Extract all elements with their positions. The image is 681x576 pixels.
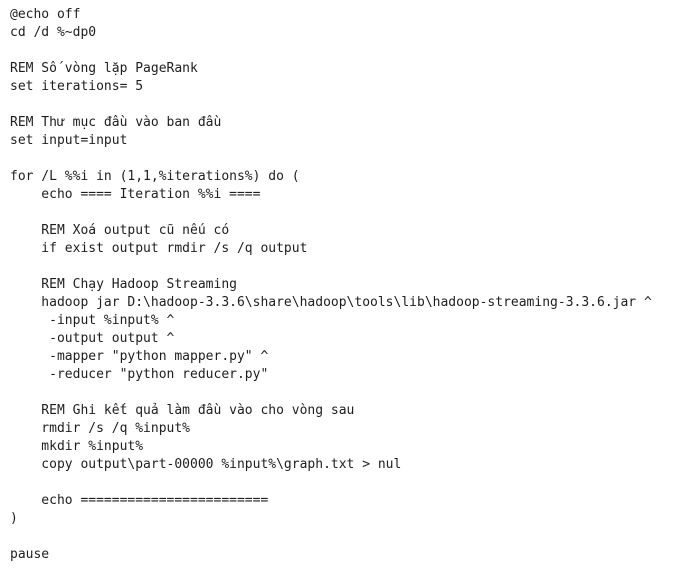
code-line-25: mkdir %input%: [10, 439, 144, 454]
code-line-29: ): [10, 511, 18, 526]
code-line-19: -output output ^: [10, 331, 175, 346]
code-line-24: rmdir /s /q %input%: [10, 421, 191, 436]
code-line-26: copy output\part-00000 %input%\graph.txt…: [10, 457, 402, 472]
code-line-18: -input %input% ^: [10, 313, 175, 328]
code-line-13: REM Xoá output cũ nếu có: [10, 223, 230, 238]
code-line-10: for /L %%i in (1,1,%iterations%) do (: [10, 169, 300, 184]
code-line-16: REM Chạy Hadoop Streaming: [10, 277, 237, 292]
code-line-5: set iterations= 5: [10, 79, 144, 94]
code-line-23: REM Ghi kết quả làm đầu vào cho vòng sau: [10, 403, 355, 418]
code-line-28: echo ========================: [10, 493, 269, 508]
code-line-1: @echo off: [10, 7, 81, 22]
code-line-21: -reducer "python reducer.py": [10, 367, 269, 382]
code-line-14: if exist output rmdir /s /q output: [10, 241, 308, 256]
code-editor[interactable]: @echo off cd /d %~dp0 REM Số vòng lặp Pa…: [0, 0, 681, 576]
code-line-11: echo ==== Iteration %%i ====: [10, 187, 261, 202]
code-line-31: pause: [10, 547, 50, 562]
code-line-20: -mapper "python mapper.py" ^: [10, 349, 269, 364]
code-line-7: REM Thư mục đầu vào ban đầu: [10, 115, 222, 130]
code-line-17: hadoop jar D:\hadoop-3.3.6\share\hadoop\…: [10, 295, 652, 310]
code-line-2: cd /d %~dp0: [10, 25, 97, 40]
code-line-4: REM Số vòng lặp PageRank: [10, 61, 198, 76]
code-line-8: set input=input: [10, 133, 128, 148]
